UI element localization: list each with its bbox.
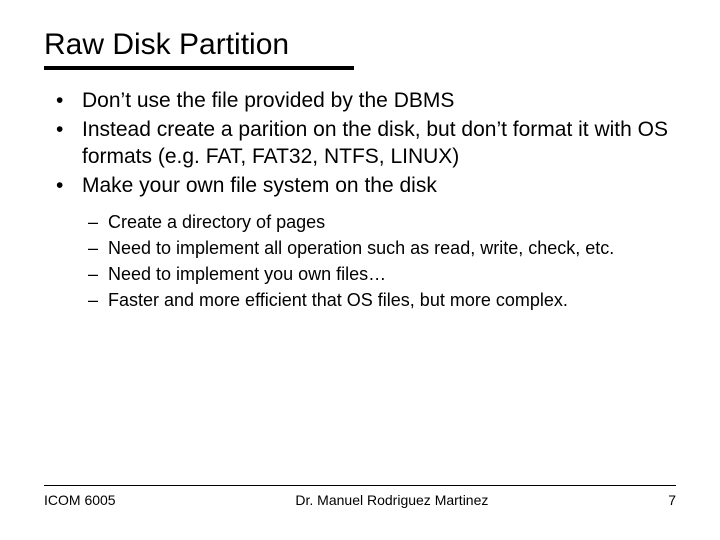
footer: ICOM 6005 Dr. Manuel Rodriguez Martinez … bbox=[0, 485, 720, 508]
sub-bullet-item: Need to implement you own files… bbox=[88, 262, 676, 286]
sub-bullet-item: Need to implement all operation such as … bbox=[88, 236, 676, 260]
sub-bullet-list: Create a directory of pages Need to impl… bbox=[44, 210, 676, 313]
sub-bullet-item: Create a directory of pages bbox=[88, 210, 676, 234]
bullet-item: Instead create a parition on the disk, b… bbox=[56, 117, 676, 171]
sub-bullet-item: Faster and more efficient that OS files,… bbox=[88, 288, 676, 312]
bullet-item: Make your own file system on the disk bbox=[56, 173, 676, 200]
author-name: Dr. Manuel Rodriguez Martinez bbox=[116, 492, 669, 508]
slide: Raw Disk Partition Don’t use the file pr… bbox=[0, 0, 720, 540]
bullet-list: Don’t use the file provided by the DBMS … bbox=[44, 88, 676, 200]
footer-rule bbox=[44, 485, 676, 486]
slide-title: Raw Disk Partition bbox=[44, 28, 676, 62]
course-code: ICOM 6005 bbox=[44, 492, 116, 508]
bullet-item: Don’t use the file provided by the DBMS bbox=[56, 88, 676, 115]
footer-row: ICOM 6005 Dr. Manuel Rodriguez Martinez … bbox=[44, 492, 676, 508]
title-underline bbox=[44, 66, 354, 70]
page-number: 7 bbox=[668, 492, 676, 508]
